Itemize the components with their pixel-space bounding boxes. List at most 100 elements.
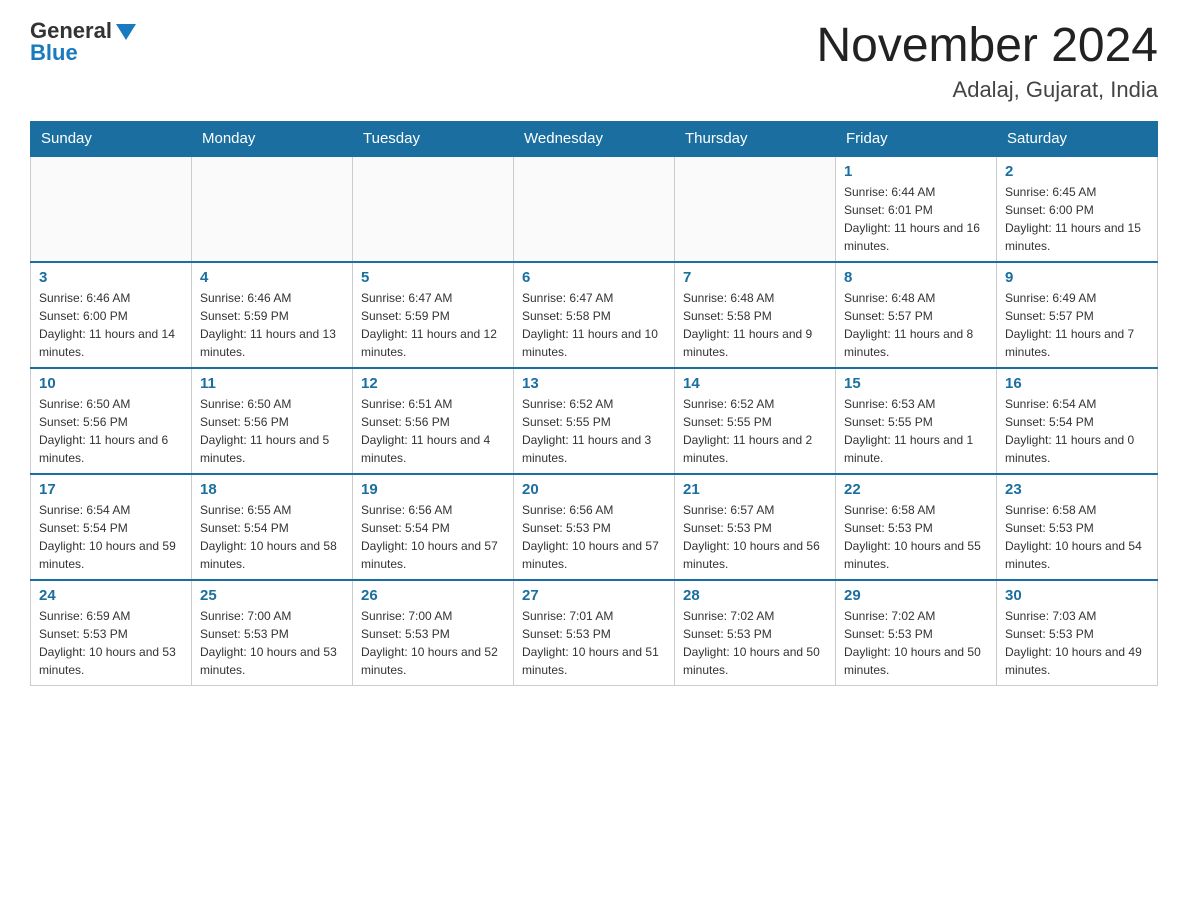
calendar-cell: 18 Sunrise: 6:55 AMSunset: 5:54 PMDayligh… — [192, 474, 353, 580]
day-number: 6 — [522, 269, 666, 286]
day-info: Sunrise: 6:50 AMSunset: 5:56 PMDaylight:… — [200, 395, 344, 467]
day-info: Sunrise: 7:00 AMSunset: 5:53 PMDaylight:… — [361, 607, 505, 679]
calendar-cell: 30 Sunrise: 7:03 AMSunset: 5:53 PMDayligh… — [997, 580, 1158, 686]
week-row-1: 1 Sunrise: 6:44 AMSunset: 6:01 PMDaylight… — [31, 156, 1158, 262]
day-info: Sunrise: 6:49 AMSunset: 5:57 PMDaylight:… — [1005, 289, 1149, 361]
day-number: 28 — [683, 587, 827, 604]
day-number: 19 — [361, 481, 505, 498]
day-info: Sunrise: 6:58 AMSunset: 5:53 PMDaylight:… — [844, 501, 988, 573]
calendar-cell: 7 Sunrise: 6:48 AMSunset: 5:58 PMDaylight… — [675, 262, 836, 368]
day-info: Sunrise: 6:52 AMSunset: 5:55 PMDaylight:… — [522, 395, 666, 467]
day-info: Sunrise: 6:54 AMSunset: 5:54 PMDaylight:… — [1005, 395, 1149, 467]
day-info: Sunrise: 6:51 AMSunset: 5:56 PMDaylight:… — [361, 395, 505, 467]
day-number: 12 — [361, 375, 505, 392]
week-row-4: 17Sunrise: 6:54 AMSunset: 5:54 PMDayligh… — [31, 474, 1158, 580]
day-number: 26 — [361, 587, 505, 604]
day-header-saturday: Saturday — [997, 121, 1158, 156]
day-number: 5 — [361, 269, 505, 286]
calendar-cell: 14 Sunrise: 6:52 AMSunset: 5:55 PMDayligh… — [675, 368, 836, 474]
day-number: 16 — [1005, 375, 1149, 392]
logo-blue-text: Blue — [30, 42, 78, 64]
day-header-tuesday: Tuesday — [353, 121, 514, 156]
calendar-cell: 29 Sunrise: 7:02 AMSunset: 5:53 PMDayligh… — [836, 580, 997, 686]
day-info: Sunrise: 6:56 AMSunset: 5:53 PMDaylight:… — [522, 501, 666, 573]
calendar-cell: 24 Sunrise: 6:59 AMSunset: 5:53 PMDayligh… — [31, 580, 192, 686]
week-row-2: 3Sunrise: 6:46 AMSunset: 6:00 PMDaylight… — [31, 262, 1158, 368]
logo: General Blue — [30, 20, 136, 64]
day-info: Sunrise: 7:02 AMSunset: 5:53 PMDaylight:… — [844, 607, 988, 679]
day-info: Sunrise: 6:50 AMSunset: 5:56 PMDaylight:… — [39, 395, 183, 467]
calendar-cell: 3Sunrise: 6:46 AMSunset: 6:00 PMDaylight… — [31, 262, 192, 368]
calendar-cell: 25 Sunrise: 7:00 AMSunset: 5:53 PMDayligh… — [192, 580, 353, 686]
day-info: Sunrise: 6:56 AMSunset: 5:54 PMDaylight:… — [361, 501, 505, 573]
day-number: 23 — [1005, 481, 1149, 498]
week-row-3: 10 Sunrise: 6:50 AMSunset: 5:56 PMDayligh… — [31, 368, 1158, 474]
day-info: Sunrise: 6:54 AMSunset: 5:54 PMDaylight:… — [39, 501, 183, 573]
calendar-cell: 12 Sunrise: 6:51 AMSunset: 5:56 PMDayligh… — [353, 368, 514, 474]
calendar-cell: 21 Sunrise: 6:57 AMSunset: 5:53 PMDayligh… — [675, 474, 836, 580]
calendar-cell: 17Sunrise: 6:54 AMSunset: 5:54 PMDayligh… — [31, 474, 192, 580]
day-number: 21 — [683, 481, 827, 498]
day-info: Sunrise: 7:03 AMSunset: 5:53 PMDaylight:… — [1005, 607, 1149, 679]
calendar-cell: 5 Sunrise: 6:47 AMSunset: 5:59 PMDaylight… — [353, 262, 514, 368]
calendar-table: SundayMondayTuesdayWednesdayThursdayFrid… — [30, 121, 1158, 686]
day-number: 11 — [200, 375, 344, 392]
day-number: 18 — [200, 481, 344, 498]
day-info: Sunrise: 6:48 AMSunset: 5:57 PMDaylight:… — [844, 289, 988, 361]
calendar-cell — [353, 156, 514, 262]
day-number: 2 — [1005, 163, 1149, 180]
day-header-thursday: Thursday — [675, 121, 836, 156]
day-header-wednesday: Wednesday — [514, 121, 675, 156]
day-number: 25 — [200, 587, 344, 604]
calendar-cell: 26 Sunrise: 7:00 AMSunset: 5:53 PMDayligh… — [353, 580, 514, 686]
day-number: 10 — [39, 375, 183, 392]
calendar-cell: 27Sunrise: 7:01 AMSunset: 5:53 PMDayligh… — [514, 580, 675, 686]
day-number: 3 — [39, 269, 183, 286]
calendar-cell: 2 Sunrise: 6:45 AMSunset: 6:00 PMDaylight… — [997, 156, 1158, 262]
day-number: 4 — [200, 269, 344, 286]
day-info: Sunrise: 6:44 AMSunset: 6:01 PMDaylight:… — [844, 183, 988, 255]
day-header-sunday: Sunday — [31, 121, 192, 156]
day-number: 9 — [1005, 269, 1149, 286]
day-info: Sunrise: 6:45 AMSunset: 6:00 PMDaylight:… — [1005, 183, 1149, 255]
day-number: 7 — [683, 269, 827, 286]
calendar-cell: 16 Sunrise: 6:54 AMSunset: 5:54 PMDayligh… — [997, 368, 1158, 474]
day-info: Sunrise: 6:55 AMSunset: 5:54 PMDaylight:… — [200, 501, 344, 573]
day-header-monday: Monday — [192, 121, 353, 156]
day-number: 13 — [522, 375, 666, 392]
calendar-cell: 8 Sunrise: 6:48 AMSunset: 5:57 PMDaylight… — [836, 262, 997, 368]
day-info: Sunrise: 6:59 AMSunset: 5:53 PMDaylight:… — [39, 607, 183, 679]
calendar-cell: 6Sunrise: 6:47 AMSunset: 5:58 PMDaylight… — [514, 262, 675, 368]
calendar-cell: 20 Sunrise: 6:56 AMSunset: 5:53 PMDayligh… — [514, 474, 675, 580]
day-info: Sunrise: 6:52 AMSunset: 5:55 PMDaylight:… — [683, 395, 827, 467]
calendar-cell: 4Sunrise: 6:46 AMSunset: 5:59 PMDaylight… — [192, 262, 353, 368]
week-row-5: 24 Sunrise: 6:59 AMSunset: 5:53 PMDayligh… — [31, 580, 1158, 686]
day-number: 8 — [844, 269, 988, 286]
day-number: 1 — [844, 163, 988, 180]
day-number: 29 — [844, 587, 988, 604]
calendar-cell — [675, 156, 836, 262]
calendar-cell — [514, 156, 675, 262]
day-number: 14 — [683, 375, 827, 392]
calendar-cell: 23 Sunrise: 6:58 AMSunset: 5:53 PMDayligh… — [997, 474, 1158, 580]
location-title: Adalaj, Gujarat, India — [816, 77, 1158, 103]
day-info: Sunrise: 6:47 AMSunset: 5:59 PMDaylight:… — [361, 289, 505, 361]
day-info: Sunrise: 6:53 AMSunset: 5:55 PMDaylight:… — [844, 395, 988, 467]
day-header-friday: Friday — [836, 121, 997, 156]
day-number: 20 — [522, 481, 666, 498]
day-number: 15 — [844, 375, 988, 392]
calendar-cell: 1 Sunrise: 6:44 AMSunset: 6:01 PMDaylight… — [836, 156, 997, 262]
calendar-cell: 10 Sunrise: 6:50 AMSunset: 5:56 PMDayligh… — [31, 368, 192, 474]
calendar-cell: 22Sunrise: 6:58 AMSunset: 5:53 PMDayligh… — [836, 474, 997, 580]
day-info: Sunrise: 6:57 AMSunset: 5:53 PMDaylight:… — [683, 501, 827, 573]
calendar-cell: 13 Sunrise: 6:52 AMSunset: 5:55 PMDayligh… — [514, 368, 675, 474]
calendar-cell: 9 Sunrise: 6:49 AMSunset: 5:57 PMDaylight… — [997, 262, 1158, 368]
day-info: Sunrise: 7:00 AMSunset: 5:53 PMDaylight:… — [200, 607, 344, 679]
calendar-cell — [192, 156, 353, 262]
day-info: Sunrise: 6:48 AMSunset: 5:58 PMDaylight:… — [683, 289, 827, 361]
day-number: 30 — [1005, 587, 1149, 604]
header: General Blue November 2024 Adalaj, Gujar… — [30, 20, 1158, 103]
logo-general-text: General — [30, 20, 112, 42]
day-number: 24 — [39, 587, 183, 604]
day-info: Sunrise: 6:58 AMSunset: 5:53 PMDaylight:… — [1005, 501, 1149, 573]
